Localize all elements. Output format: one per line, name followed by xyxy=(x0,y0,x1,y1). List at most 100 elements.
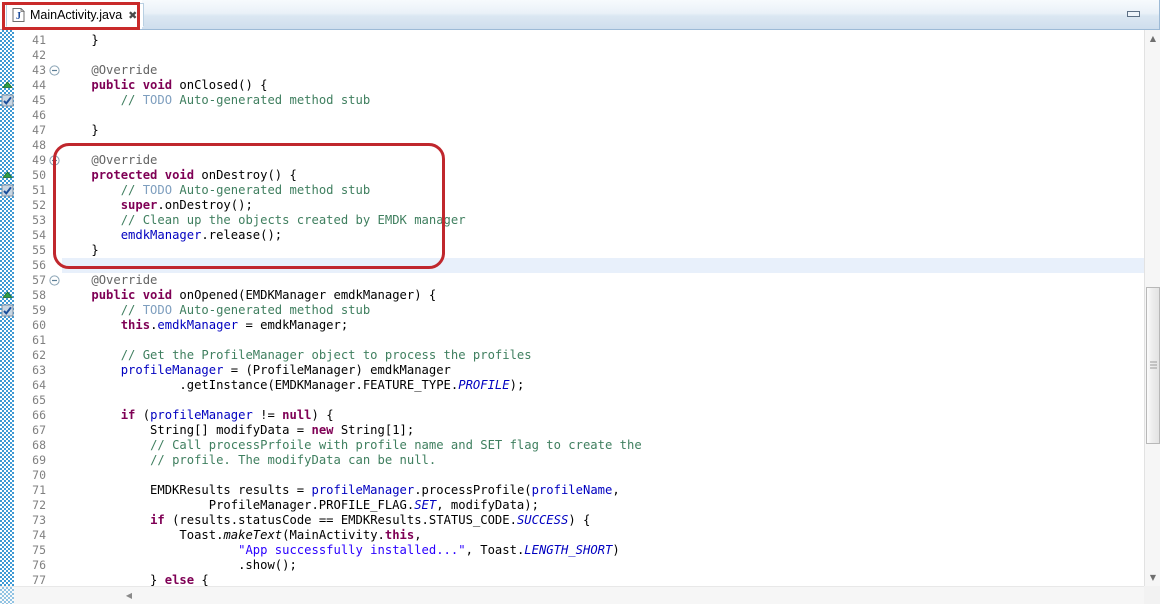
line-number: 65 xyxy=(32,393,46,408)
code-line[interactable]: } xyxy=(62,243,1130,258)
code-token: ]; xyxy=(400,423,415,437)
code-line[interactable]: @Override xyxy=(62,63,1130,78)
code-token xyxy=(62,213,121,227)
annotation-ruler[interactable] xyxy=(0,30,15,586)
code-token: = emdkManager; xyxy=(238,318,348,332)
code-line[interactable]: Toast.makeText(MainActivity.this, xyxy=(62,528,1130,543)
code-token: ( xyxy=(135,408,150,422)
close-tab-icon[interactable]: ✖ xyxy=(128,10,137,21)
code-line[interactable]: super.onDestroy(); xyxy=(62,198,1130,213)
editor-tab-mainactivity-java[interactable]: J MainActivity.java ✖ xyxy=(6,3,144,27)
code-token: .release(); xyxy=(201,228,282,242)
override-marker-icon[interactable] xyxy=(1,169,14,182)
task-marker-icon[interactable] xyxy=(1,304,14,317)
line-number: 44 xyxy=(32,78,46,93)
code-line[interactable]: @Override xyxy=(62,153,1130,168)
code-line[interactable]: if (profileManager != null) { xyxy=(62,408,1130,423)
code-line[interactable]: // TODO Auto-generated method stub xyxy=(62,303,1130,318)
code-token: 1 xyxy=(392,423,399,437)
code-token: public void xyxy=(91,78,179,92)
code-line[interactable]: "App successfully installed...", Toast.L… xyxy=(62,543,1130,558)
fold-collapse-icon[interactable] xyxy=(49,65,60,76)
code-line[interactable]: .show(); xyxy=(62,558,1130,573)
code-line[interactable]: // TODO Auto-generated method stub xyxy=(62,183,1130,198)
code-line[interactable]: .getInstance(EMDKManager.FEATURE_TYPE.PR… xyxy=(62,378,1130,393)
code-line[interactable]: // Clean up the objects created by EMDK … xyxy=(62,213,1130,228)
code-line[interactable]: // profile. The modifyData can be null. xyxy=(62,453,1130,468)
code-line[interactable]: profileManager = (ProfileManager) emdkMa… xyxy=(62,363,1130,378)
code-token: emdkManager xyxy=(121,228,202,242)
line-number: 51 xyxy=(32,183,46,198)
code-token: onDestroy() { xyxy=(201,168,296,182)
code-line[interactable]: // Call processPrfoile with profile name… xyxy=(62,438,1130,453)
code-token xyxy=(62,303,121,317)
line-number: 47 xyxy=(32,123,46,138)
code-line[interactable]: } xyxy=(62,123,1130,138)
folding-ruler[interactable] xyxy=(48,30,62,586)
code-token: // profile. The modifyData can be null. xyxy=(150,453,436,467)
code-token: this xyxy=(385,528,414,542)
code-line[interactable]: EMDKResults results = profileManager.pro… xyxy=(62,483,1130,498)
line-number: 60 xyxy=(32,318,46,333)
code-token xyxy=(62,408,121,422)
vertical-scroll-track[interactable] xyxy=(1145,47,1160,569)
code-line[interactable]: this.emdkManager = emdkManager; xyxy=(62,318,1130,333)
scrollbar-corner xyxy=(1144,586,1160,604)
line-number: 56 xyxy=(32,258,46,273)
code-line[interactable]: public void onClosed() { xyxy=(62,78,1130,93)
code-token: { xyxy=(194,573,209,586)
line-number: 48 xyxy=(32,138,46,153)
code-token: , xyxy=(612,483,619,497)
code-line[interactable]: ProfileManager.PROFILE_FLAG.SET, modifyD… xyxy=(62,498,1130,513)
vertical-scroll-thumb[interactable] xyxy=(1146,287,1160,444)
code-line[interactable]: } xyxy=(62,33,1130,48)
code-line[interactable]: } else { xyxy=(62,573,1130,586)
code-viewport[interactable]: } @Override public void onClosed() { // … xyxy=(62,30,1130,586)
code-token: if xyxy=(121,408,136,422)
code-token xyxy=(62,438,150,452)
code-line[interactable]: @Override xyxy=(62,273,1130,288)
code-token xyxy=(62,513,150,527)
code-line[interactable] xyxy=(62,138,1130,153)
code-line[interactable]: public void onOpened(EMDKManager emdkMan… xyxy=(62,288,1130,303)
code-token: PROFILE xyxy=(458,378,509,392)
scroll-left-arrow-icon[interactable]: ◀ xyxy=(120,587,138,604)
vertical-scrollbar[interactable]: ▲ ▼ xyxy=(1144,30,1160,586)
task-marker-icon[interactable] xyxy=(1,184,14,197)
code-token: // xyxy=(121,303,143,317)
code-line[interactable]: // TODO Auto-generated method stub xyxy=(62,93,1130,108)
code-line[interactable] xyxy=(62,258,1130,273)
code-line[interactable] xyxy=(62,393,1130,408)
fold-collapse-icon[interactable] xyxy=(49,275,60,286)
scroll-down-arrow-icon[interactable]: ▼ xyxy=(1145,569,1160,586)
code-line[interactable]: String[] modifyData = new String[1]; xyxy=(62,423,1130,438)
line-number: 76 xyxy=(32,558,46,573)
task-marker-icon[interactable] xyxy=(1,94,14,107)
code-token: TODO xyxy=(143,303,172,317)
line-number: 55 xyxy=(32,243,46,258)
code-token: profileManager xyxy=(121,363,224,377)
code-token xyxy=(62,318,121,332)
code-line[interactable]: // Get the ProfileManager object to proc… xyxy=(62,348,1130,363)
code-token: ) { xyxy=(568,513,590,527)
code-line[interactable]: emdkManager.release(); xyxy=(62,228,1130,243)
minimize-editor-button[interactable] xyxy=(1126,9,1142,20)
code-line[interactable]: protected void onDestroy() { xyxy=(62,168,1130,183)
code-token: public void xyxy=(91,288,179,302)
code-line[interactable] xyxy=(62,468,1130,483)
code-token: protected void xyxy=(91,168,201,182)
horizontal-scrollbar[interactable]: ◀ xyxy=(0,586,1160,604)
code-line[interactable] xyxy=(62,333,1130,348)
override-marker-icon[interactable] xyxy=(1,79,14,92)
override-marker-icon[interactable] xyxy=(1,289,14,302)
code-line[interactable]: if (results.statusCode == EMDKResults.ST… xyxy=(62,513,1130,528)
code-editor[interactable]: 4142434445464748495051525354555657585960… xyxy=(0,30,1160,604)
scroll-up-arrow-icon[interactable]: ▲ xyxy=(1145,30,1160,47)
code-token: this xyxy=(121,318,150,332)
code-line[interactable] xyxy=(62,48,1130,63)
code-token xyxy=(62,78,91,92)
code-line[interactable] xyxy=(62,108,1130,123)
code-token: (MainActivity. xyxy=(282,528,385,542)
code-token: , Toast. xyxy=(466,543,525,557)
fold-collapse-icon[interactable] xyxy=(49,155,60,166)
